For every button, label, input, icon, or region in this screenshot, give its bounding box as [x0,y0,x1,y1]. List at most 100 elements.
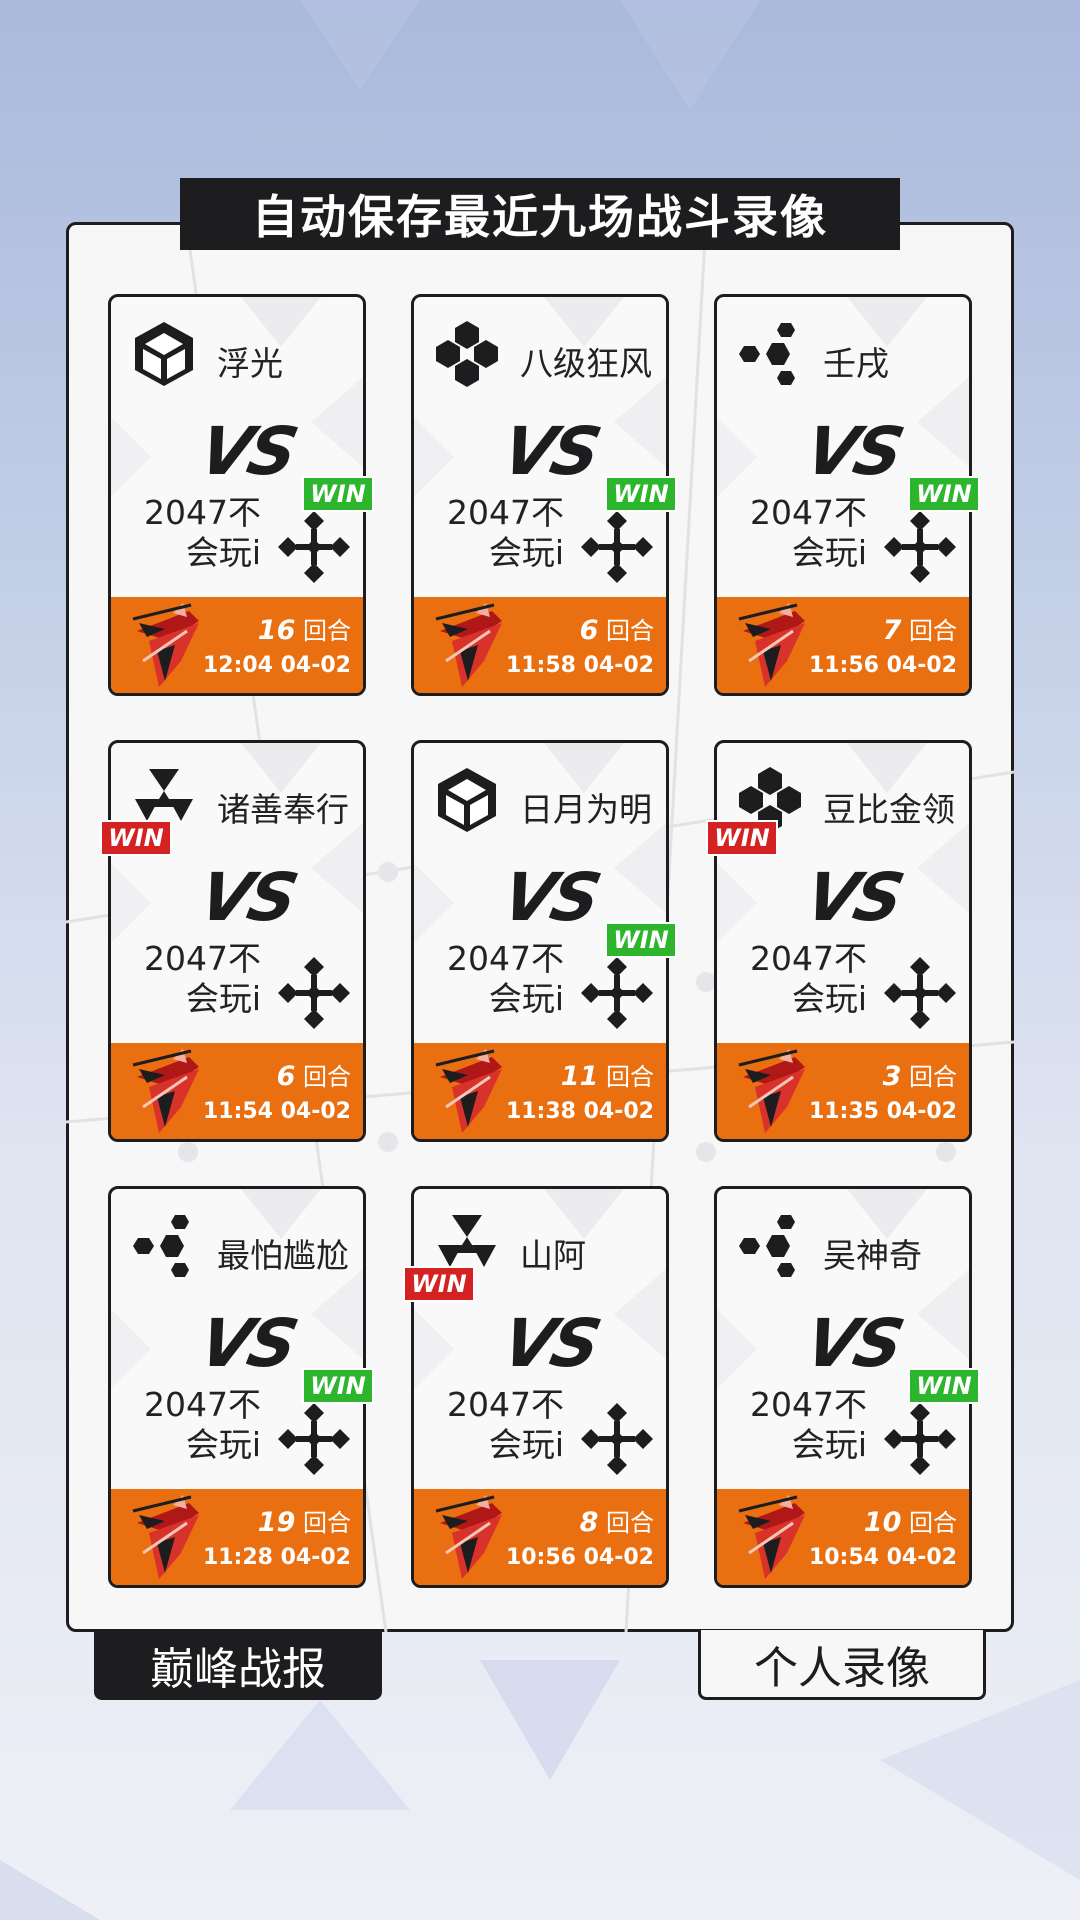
diamond-cross-icon [276,955,352,1031]
win-badge: WIN [302,1368,374,1404]
match-card[interactable]: 山阿 VS 2047不 会玩i 8 回合 10:56 04-02 [411,1186,669,1588]
rounds-unit: 回合 [606,617,654,645]
self-name-line1: 2047不 [447,939,564,978]
self-name: 2047不 会玩i [141,1385,261,1465]
vs-label: VS [798,859,908,936]
mech-icon [432,1047,508,1135]
rounds-unit: 回合 [606,1509,654,1537]
rounds-number: 6 [276,1061,296,1092]
diamond-cross-icon [882,1401,958,1477]
rounds-unit: 回合 [303,1063,351,1091]
opponent-name: 最怕尴尬 [217,1236,349,1275]
self-name-line2: 会玩i [791,979,867,1018]
win-badge: WIN [100,820,172,856]
opponent-name: 壬戌 [823,344,889,383]
vs-label: VS [192,413,302,490]
mech-icon [129,1493,205,1581]
match-info-bar: 7 回合 11:56 04-02 [717,597,969,693]
match-time: 11:58 04-02 [505,653,654,678]
opponent-name: 浮光 [217,344,283,383]
rounds-number: 8 [579,1507,599,1538]
hex-cluster-icon [735,1211,805,1281]
win-badge: WIN [605,476,677,512]
win-badge: WIN [908,476,980,512]
rounds-number: 3 [882,1061,902,1092]
hex-cluster-icon [735,319,805,389]
tab-personal-recordings[interactable]: 个人录像 [698,1630,986,1700]
rounds-number: 11 [560,1061,599,1092]
vs-label: VS [192,1305,302,1382]
self-name-line2: 会玩i [185,533,261,572]
rounds-count: 7 回合 [883,611,957,646]
win-badge: WIN [302,476,374,512]
self-name-line2: 会玩i [791,1425,867,1464]
rounds-unit: 回合 [303,1509,351,1537]
page-title: 自动保存最近九场战斗录像 [180,178,900,250]
diamond-cross-icon [579,509,655,585]
win-badge: WIN [403,1266,475,1302]
vs-label: VS [798,413,908,490]
vs-label: VS [495,413,605,490]
self-name-line2: 会玩i [791,533,867,572]
self-name-line2: 会玩i [488,979,564,1018]
mech-icon [129,1047,205,1135]
self-name-line1: 2047不 [447,1385,564,1424]
diamond-cross-icon [882,955,958,1031]
self-name-line1: 2047不 [144,939,261,978]
rounds-unit: 回合 [909,1063,957,1091]
self-name-line2: 会玩i [488,533,564,572]
win-badge: WIN [706,820,778,856]
self-name: 2047不 会玩i [444,493,564,573]
match-time: 10:56 04-02 [505,1545,654,1570]
rounds-number: 6 [579,615,599,646]
diamond-cross-icon [276,509,352,585]
cube-icon [129,319,199,389]
win-badge: WIN [605,922,677,958]
rounds-count: 6 回合 [580,611,654,646]
match-time: 11:38 04-02 [505,1099,654,1124]
match-info-bar: 6 回合 11:58 04-02 [414,597,666,693]
diamond-cross-icon [579,955,655,1031]
quad-hex-icon [432,319,502,389]
match-time: 11:28 04-02 [202,1545,351,1570]
rounds-unit: 回合 [909,617,957,645]
mech-icon [735,1047,811,1135]
opponent-name: 吴神奇 [823,1236,922,1275]
vs-label: VS [192,859,302,936]
vs-label: VS [798,1305,908,1382]
tab-peak-report[interactable]: 巅峰战报 [94,1630,382,1700]
self-name-line1: 2047不 [750,939,867,978]
rounds-count: 6 回合 [277,1057,351,1092]
self-name-line1: 2047不 [144,493,261,532]
rounds-count: 10 回合 [864,1503,957,1538]
diamond-cross-icon [276,1401,352,1477]
mech-icon [129,601,205,689]
hex-cluster-icon [129,1211,199,1281]
self-name: 2047不 会玩i [747,939,867,1019]
rounds-number: 7 [882,615,902,646]
self-name: 2047不 会玩i [747,1385,867,1465]
self-name-line1: 2047不 [447,493,564,532]
rounds-count: 19 回合 [258,1503,351,1538]
rounds-count: 11 回合 [561,1057,654,1092]
match-info-bar: 11 回合 11:38 04-02 [414,1043,666,1139]
opponent-name: 八级狂风 [520,344,652,383]
mech-icon [432,1493,508,1581]
self-name: 2047不 会玩i [747,493,867,573]
rounds-count: 16 回合 [258,611,351,646]
opponent-name: 日月为明 [520,790,652,829]
self-name-line2: 会玩i [185,979,261,1018]
match-card[interactable]: 豆比金领 VS 2047不 会玩i 3 回合 11:35 04-02 [714,740,972,1142]
match-card[interactable]: 诸善奉行 VS 2047不 会玩i 6 回合 11:54 04-02 [108,740,366,1142]
opponent-name: 山阿 [520,1236,586,1275]
match-time: 12:04 04-02 [202,653,351,678]
match-info-bar: 19 回合 11:28 04-02 [111,1489,363,1585]
match-info-bar: 10 回合 10:54 04-02 [717,1489,969,1585]
self-name: 2047不 会玩i [444,1385,564,1465]
match-info-bar: 16 回合 12:04 04-02 [111,597,363,693]
match-info-bar: 6 回合 11:54 04-02 [111,1043,363,1139]
self-name-line2: 会玩i [488,1425,564,1464]
self-name: 2047不 会玩i [141,939,261,1019]
rounds-count: 8 回合 [580,1503,654,1538]
vs-label: VS [495,1305,605,1382]
